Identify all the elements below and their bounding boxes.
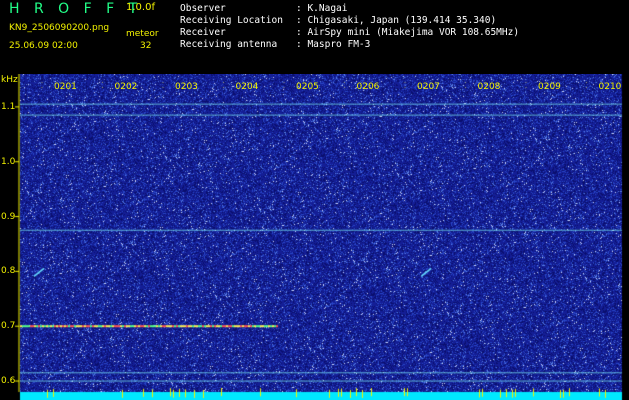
y-tick-label: 1.1 — [1, 101, 16, 112]
x-tick-label: 0209 — [538, 82, 561, 92]
x-tick-label: 0210 — [598, 82, 622, 92]
x-tick-label: 0208 — [477, 82, 501, 92]
receiver-value: : AirSpy mini (Miakejima VOR 108.65MHz) — [296, 27, 520, 38]
x-tick-label: 0203 — [175, 82, 198, 92]
x-tick-label: 0205 — [296, 82, 319, 92]
spectrogram-canvas — [0, 74, 629, 400]
y-tick-label: 0.6 — [1, 376, 16, 387]
y-axis-unit: kHz — [1, 75, 18, 85]
x-tick-label: 0202 — [114, 82, 138, 92]
receiver-key: Receiver — [180, 27, 226, 38]
x-tick-label: 0207 — [417, 82, 440, 92]
x-tick-label: 0206 — [356, 82, 380, 92]
header-panel: H R O F F T 1.0.0f KN9_2506090200.png me… — [0, 0, 629, 74]
y-tick-label: 1.0 — [1, 156, 16, 167]
date-time: 25.06.09 02:00 — [9, 41, 78, 51]
y-tick-label: 0.9 — [1, 211, 16, 222]
x-tick-label: 0204 — [235, 82, 259, 92]
location-key: Receiving Location — [180, 15, 283, 26]
file-name: KN9_2506090200.png — [9, 23, 110, 33]
observer-value: : K.Nagai — [296, 3, 348, 14]
x-tick-label: 0201 — [54, 82, 77, 92]
y-tick-label: 0.7 — [1, 321, 16, 332]
mode-label: meteor — [126, 29, 159, 39]
antenna-key: Receiving antenna — [180, 39, 278, 50]
echo-count: 32 — [140, 41, 152, 51]
antenna-value: : Maspro FM-3 — [296, 39, 371, 50]
app-title: H R O F F T — [9, 1, 143, 17]
version-label: 1.0.0f — [126, 2, 155, 13]
y-tick-label: 0.8 — [1, 266, 16, 277]
location-value: : Chigasaki, Japan (139.414 35.340) — [296, 15, 497, 26]
observer-key: Observer — [180, 3, 226, 14]
